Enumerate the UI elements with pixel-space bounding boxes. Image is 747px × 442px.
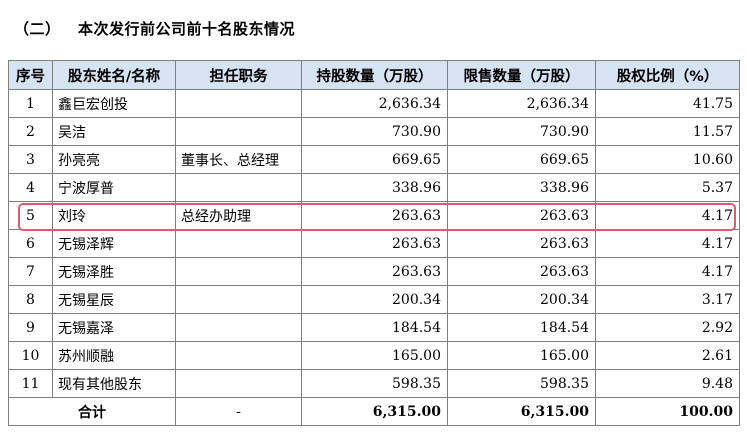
row-name: 吴洁 (52, 117, 176, 146)
row-restricted: 165.00 (447, 341, 596, 370)
table-row: 6 无锡泽辉 263.63 263.63 4.17 (8, 229, 740, 258)
total-label: 合计 (8, 397, 176, 426)
row-name: 无锡泽辉 (52, 229, 176, 258)
section-heading: （二） 本次发行前公司前十名股东情况 (14, 18, 295, 39)
row-ratio: 2.92 (595, 313, 740, 342)
row-shares: 669.65 (301, 145, 448, 174)
row-restricted: 184.54 (447, 313, 596, 342)
row-name: 刘玲 (52, 201, 176, 230)
section-title: 本次发行前公司前十名股东情况 (78, 20, 296, 38)
row-index: 5 (8, 201, 53, 230)
row-index: 4 (8, 173, 53, 202)
table-row: 4 宁波厚普 338.96 338.96 5.37 (8, 173, 740, 202)
total-restricted: 6,315.00 (447, 397, 596, 426)
header-role: 担任职务 (175, 60, 302, 90)
table-row: 2 吴洁 730.90 730.90 11.57 (8, 117, 740, 146)
row-shares: 338.96 (301, 173, 448, 202)
row-ratio: 5.37 (595, 173, 740, 202)
table-row: 9 无锡嘉泽 184.54 184.54 2.92 (8, 313, 740, 342)
row-shares: 263.63 (301, 229, 448, 258)
row-shares: 165.00 (301, 341, 448, 370)
row-restricted: 2,636.34 (447, 89, 596, 118)
row-shares: 730.90 (301, 117, 448, 146)
row-role (175, 117, 302, 146)
section-number: （二） (14, 20, 61, 38)
row-index: 10 (8, 341, 53, 370)
row-name: 宁波厚普 (52, 173, 176, 202)
row-ratio: 4.17 (595, 229, 740, 258)
row-shares: 184.54 (301, 313, 448, 342)
row-shares: 200.34 (301, 285, 448, 314)
row-shares: 598.35 (301, 369, 448, 398)
header-name: 股东姓名/名称 (52, 60, 176, 90)
row-role (175, 173, 302, 202)
row-index: 2 (8, 117, 53, 146)
row-name: 苏州顺融 (52, 341, 176, 370)
total-row: 合计 - 6,315.00 6,315.00 100.00 (8, 397, 740, 426)
row-index: 1 (8, 89, 53, 118)
row-restricted: 730.90 (447, 117, 596, 146)
row-index: 11 (8, 369, 53, 398)
row-ratio: 4.17 (595, 201, 740, 230)
row-restricted: 669.65 (447, 145, 596, 174)
table-row: 3 孙亮亮 董事长、总经理 669.65 669.65 10.60 (8, 145, 740, 174)
table-row: 11 现有其他股东 598.35 598.35 9.48 (8, 369, 740, 398)
row-role: 总经办助理 (175, 201, 302, 230)
row-restricted: 338.96 (447, 173, 596, 202)
row-role (175, 285, 302, 314)
row-index: 7 (8, 257, 53, 286)
header-shares: 持股数量（万股） (301, 60, 448, 90)
row-name: 鑫巨宏创投 (52, 89, 176, 118)
row-ratio: 2.61 (595, 341, 740, 370)
table-row: 5 刘玲 总经办助理 263.63 263.63 4.17 (8, 201, 740, 230)
row-index: 3 (8, 145, 53, 174)
header-ratio: 股权比例（%） (595, 60, 740, 90)
row-ratio: 41.75 (595, 89, 740, 118)
row-role (175, 341, 302, 370)
row-ratio: 10.60 (595, 145, 740, 174)
row-ratio: 3.17 (595, 285, 740, 314)
row-name: 无锡泽胜 (52, 257, 176, 286)
row-restricted: 200.34 (447, 285, 596, 314)
table-row: 10 苏州顺融 165.00 165.00 2.61 (8, 341, 740, 370)
row-shares: 263.63 (301, 201, 448, 230)
row-ratio: 9.48 (595, 369, 740, 398)
table-row: 7 无锡泽胜 263.63 263.63 4.17 (8, 257, 740, 286)
row-role (175, 229, 302, 258)
row-name: 无锡星辰 (52, 285, 176, 314)
row-name: 无锡嘉泽 (52, 313, 176, 342)
row-shares: 263.63 (301, 257, 448, 286)
total-shares: 6,315.00 (301, 397, 448, 426)
row-index: 6 (8, 229, 53, 258)
row-name: 现有其他股东 (52, 369, 176, 398)
row-role (175, 313, 302, 342)
row-role: 董事长、总经理 (175, 145, 302, 174)
total-ratio: 100.00 (595, 397, 740, 426)
header-index: 序号 (8, 60, 53, 90)
row-role (175, 257, 302, 286)
row-index: 9 (8, 313, 53, 342)
row-restricted: 598.35 (447, 369, 596, 398)
row-index: 8 (8, 285, 53, 314)
row-restricted: 263.63 (447, 201, 596, 230)
shareholders-table: 序号 股东姓名/名称 担任职务 持股数量（万股） 限售数量（万股） 股权比例（%… (8, 60, 740, 426)
row-role (175, 369, 302, 398)
row-ratio: 11.57 (595, 117, 740, 146)
table-header-row: 序号 股东姓名/名称 担任职务 持股数量（万股） 限售数量（万股） 股权比例（%… (8, 60, 740, 90)
total-role: - (175, 397, 302, 426)
header-restricted: 限售数量（万股） (447, 60, 596, 90)
row-role (175, 89, 302, 118)
row-shares: 2,636.34 (301, 89, 448, 118)
table-row: 1 鑫巨宏创投 2,636.34 2,636.34 41.75 (8, 89, 740, 118)
row-name: 孙亮亮 (52, 145, 176, 174)
table-row: 8 无锡星辰 200.34 200.34 3.17 (8, 285, 740, 314)
row-restricted: 263.63 (447, 229, 596, 258)
row-ratio: 4.17 (595, 257, 740, 286)
row-restricted: 263.63 (447, 257, 596, 286)
